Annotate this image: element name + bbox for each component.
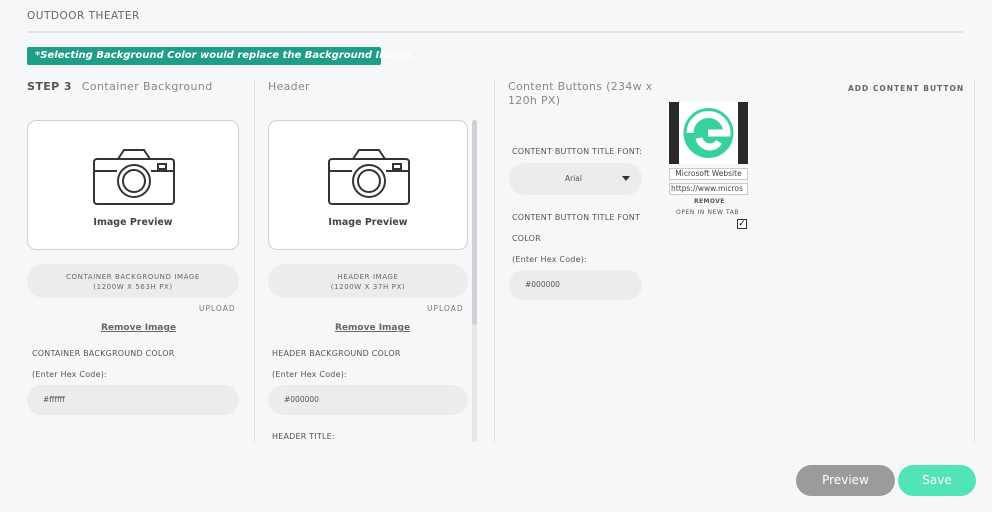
header-image-preview: Image Preview [268,120,468,250]
content-buttons-heading-line1: Content Buttons (234w x [508,80,653,93]
content-button-remove-link[interactable]: REMOVE [694,198,725,205]
button-font-value: Arial [565,174,582,183]
container-image-field-title: CONTAINER BACKGROUND IMAGE [66,273,200,281]
container-remove-image-link[interactable]: Remove Image [101,323,176,333]
content-button-url-field[interactable]: https://www.micros [669,183,748,195]
container-color-label: CONTAINER BACKGROUND COLOR [32,349,175,358]
header-title-label: HEADER TITLE: [272,432,335,441]
header-upload-link[interactable]: UPLOAD [427,304,464,313]
image-preview-label: Image Preview [328,217,408,228]
column-divider [974,80,975,442]
container-hex-hint: (Enter Hex Code): [32,370,107,379]
content-buttons-heading-line2: 120h PX) [508,94,561,107]
button-color-label-line2: COLOR [512,234,541,243]
container-heading: Container Background [81,80,213,93]
button-color-label: CONTENT BUTTON TITLE FONT [512,213,640,222]
container-upload-link[interactable]: UPLOAD [199,304,236,313]
open-new-tab-label: OPEN IN NEW TAB [676,209,740,216]
container-image-field-size: (1200W X 563H PX) [93,283,173,291]
content-button-title-field[interactable]: Microsoft Website [669,168,748,180]
content-button-thumbnail[interactable] [668,102,749,164]
container-image-preview: Image Preview [27,120,239,250]
button-color-input[interactable]: #000000 [509,270,642,300]
save-button[interactable]: Save [898,465,976,496]
header-color-input[interactable]: #000000 [268,385,468,415]
microsoft-edge-logo-icon [668,102,749,164]
camera-icon [328,149,410,205]
header-color-label: HEADER BACKGROUND COLOR [272,349,401,358]
header-column-scrollbar[interactable] [472,120,477,442]
camera-icon [93,149,175,205]
container-image-field[interactable]: CONTAINER BACKGROUND IMAGE (1200W X 563H… [27,264,239,298]
preview-button[interactable]: Preview [796,465,895,496]
add-content-button-link[interactable]: ADD CONTENT BUTTON [848,84,964,93]
container-color-input[interactable]: #ffffff [27,385,239,415]
section-title: OUTDOOR THEATER [27,10,140,22]
chevron-down-icon [622,176,630,181]
header-image-field[interactable]: HEADER IMAGE (1200W X 37H PX) [268,264,468,298]
header-heading: Header [268,80,310,93]
scrollbar-thumb[interactable] [472,120,477,325]
step-number: STEP 3 [27,80,72,93]
button-hex-hint: (Enter Hex Code): [512,255,587,264]
open-new-tab-checkbox[interactable]: ✓ [737,219,747,229]
step-heading: STEP 3 Container Background [27,80,213,93]
background-notice: *Selecting Background Color would replac… [27,47,414,65]
header-remove-image-link[interactable]: Remove Image [335,323,410,333]
image-preview-label: Image Preview [93,217,173,228]
column-divider [494,80,495,442]
column-divider [254,80,255,442]
header-hex-hint: (Enter Hex Code): [272,370,347,379]
button-font-label: CONTENT BUTTON TITLE FONT: [512,147,642,156]
header-image-field-title: HEADER IMAGE [337,273,399,281]
content-buttons-heading: Content Buttons (234w x 120h PX) [508,80,653,108]
button-font-select[interactable]: Arial [509,163,642,195]
header-image-field-size: (1200W X 37H PX) [330,283,406,291]
top-divider [27,31,963,33]
